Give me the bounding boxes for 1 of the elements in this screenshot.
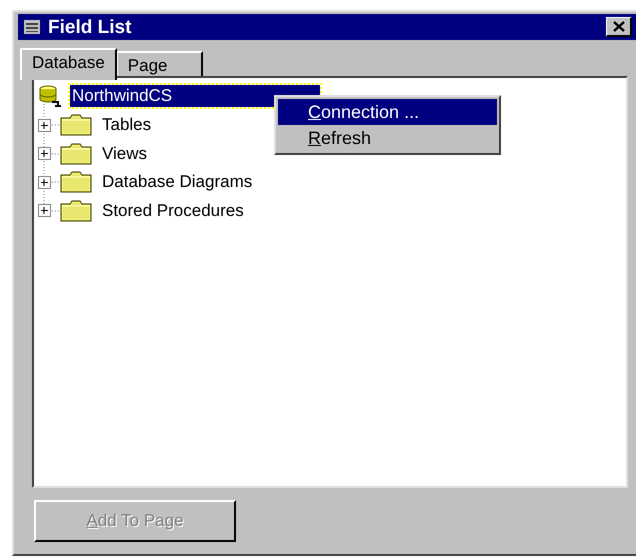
- window-title: Field List: [48, 18, 132, 36]
